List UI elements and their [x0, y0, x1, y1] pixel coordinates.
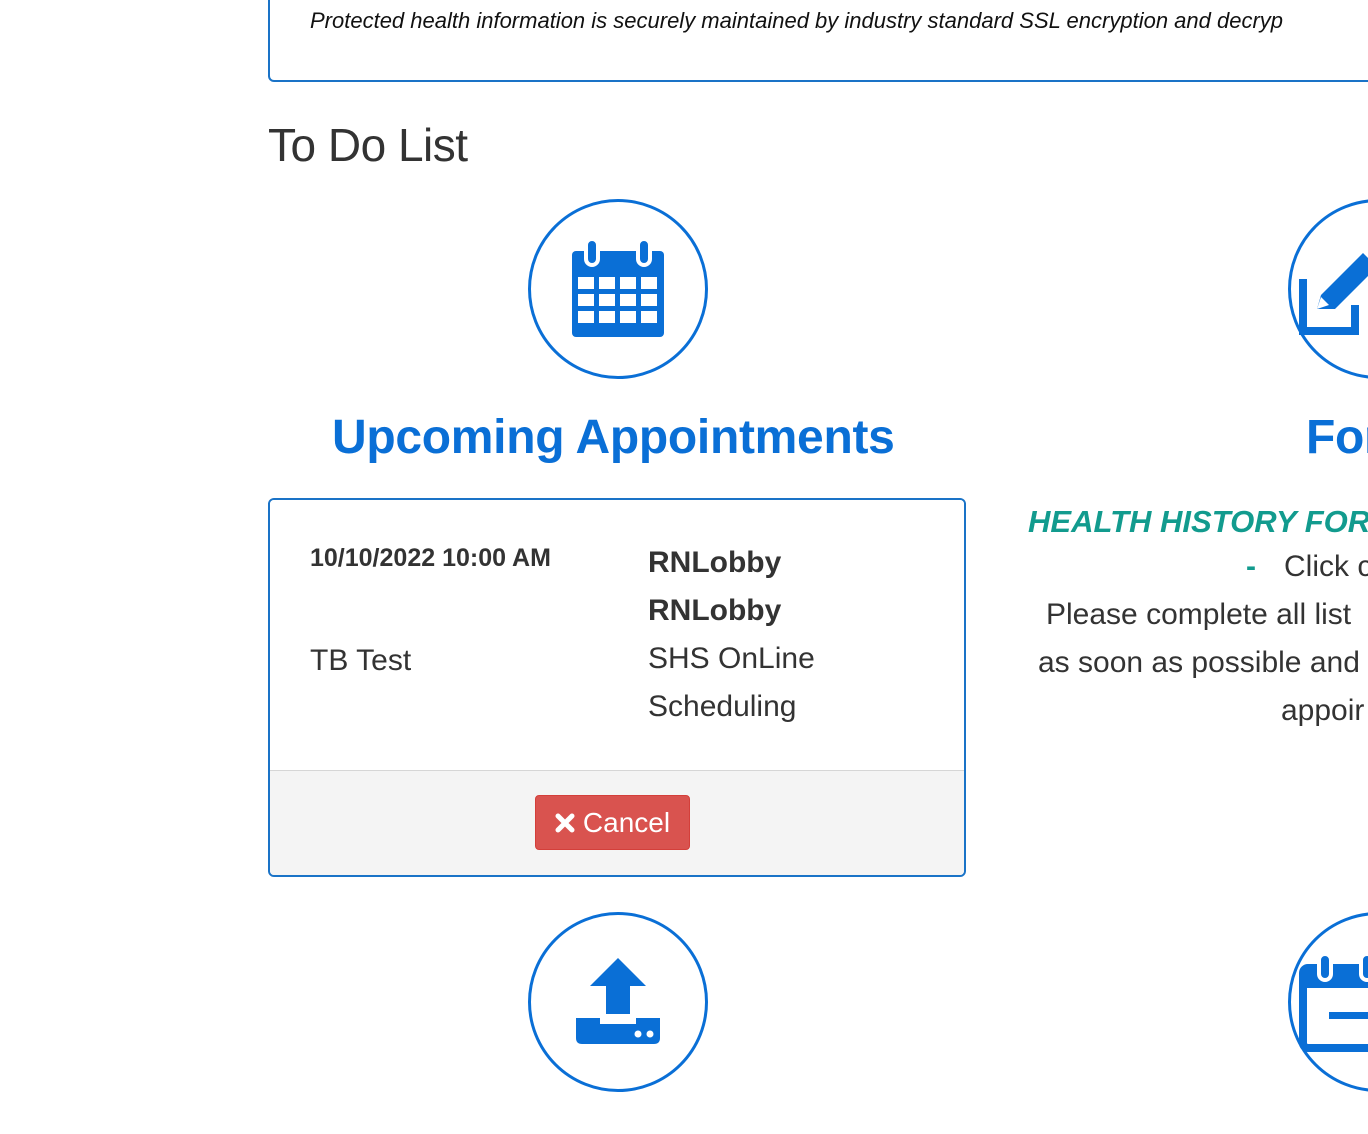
- forms-title[interactable]: For: [1306, 410, 1368, 465]
- form-instruction-line: appoir: [1281, 694, 1365, 727]
- appointment-channel-line2: Scheduling: [648, 690, 797, 723]
- appointment-card-footer: Cancel: [270, 770, 964, 875]
- list-dash: -: [1246, 550, 1256, 583]
- security-notice: Protected health information is securely…: [268, 0, 1368, 82]
- cancel-appointment-button[interactable]: Cancel: [535, 795, 690, 850]
- page: Protected health information is securely…: [0, 0, 1368, 1134]
- appointment-details: 10/10/2022 10:00 AM RNLobby RNLobby TB T…: [270, 500, 964, 773]
- form-instruction-line: as soon as possible and: [1038, 646, 1360, 679]
- pencil-square-icon: [1288, 199, 1368, 379]
- appointment-type: TB Test: [310, 644, 412, 677]
- appointment-location: RNLobby: [648, 546, 782, 579]
- form-instruction-line: Please complete all list: [1046, 598, 1352, 631]
- appointment-location-secondary: RNLobby: [648, 594, 782, 627]
- appointment-channel-line1: SHS OnLine: [648, 642, 815, 675]
- todo-list-title: To Do List: [268, 119, 468, 171]
- security-notice-text: Protected health information is securely…: [310, 8, 1284, 33]
- upcoming-appointments-title[interactable]: Upcoming Appointments: [332, 410, 895, 465]
- upload-icon: [528, 912, 708, 1092]
- appointment-datetime: 10/10/2022 10:00 AM: [310, 544, 551, 572]
- close-icon: [555, 813, 575, 832]
- cancel-button-label: Cancel: [582, 806, 671, 838]
- appointment-card: 10/10/2022 10:00 AM RNLobby RNLobby TB T…: [268, 498, 966, 877]
- health-history-form-title[interactable]: HEALTH HISTORY FOR: [1028, 504, 1368, 540]
- form-instruction-link[interactable]: Click c: [1284, 550, 1368, 584]
- calendar-minus-icon: [1288, 912, 1368, 1092]
- calendar-icon: [528, 199, 708, 379]
